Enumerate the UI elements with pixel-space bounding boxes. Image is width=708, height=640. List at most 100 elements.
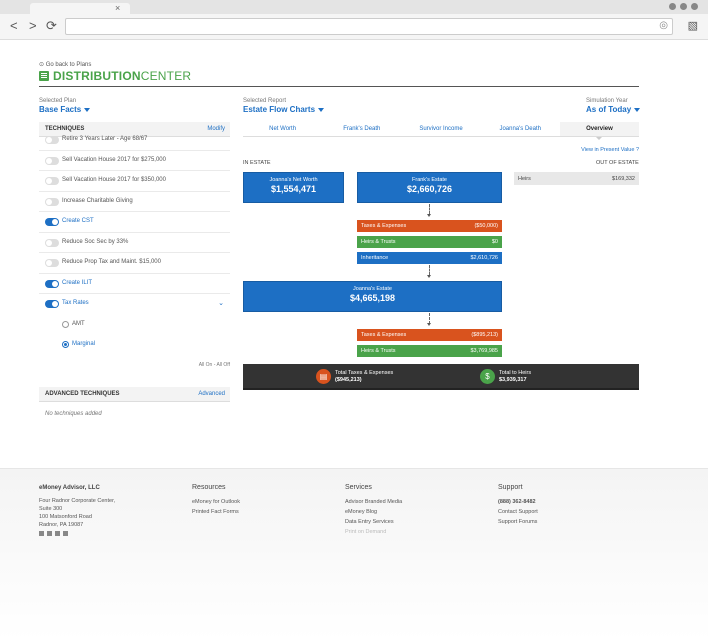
simulation-year-dropdown[interactable]: As of Today [586, 105, 641, 114]
total-taxes-text: Total Taxes & Expenses ($945,213) [335, 370, 393, 384]
footer-support: Support (888) 362-8482 Contact Support S… [498, 483, 538, 527]
youtube-icon[interactable] [63, 531, 68, 536]
technique-item[interactable]: Create ILIT [39, 274, 230, 294]
extension-icon[interactable]: ▧ [688, 19, 698, 32]
toggle-switch[interactable] [45, 279, 59, 288]
joanna-net-worth-box[interactable]: Joanna's Net Worth $1,554,471 [243, 172, 344, 203]
money-icon: $ [480, 369, 495, 384]
technique-label: Reduce Prop Tax and Maint. $15,000 [62, 259, 161, 265]
bar-value: ($895,213) [471, 332, 498, 338]
present-value-link[interactable]: View in Present Value ? [581, 147, 639, 153]
technique-item[interactable]: Sell Vacation House 2017 for $350,000 [39, 171, 230, 192]
footer-link[interactable]: Print on Demand [345, 527, 402, 537]
help-icon: ? [635, 147, 639, 153]
footer-link[interactable]: Support Forums [498, 517, 538, 527]
footer-link[interactable]: Printed Fact Forms [192, 507, 240, 517]
joannas-estate-label: Joanna's Estate [353, 286, 392, 292]
footer-link[interactable]: eMoney Blog [345, 507, 402, 517]
heirs-value: $169,332 [612, 175, 635, 182]
out-of-estate-label: OUT OF ESTATE [596, 160, 639, 166]
toggle-switch[interactable] [45, 177, 59, 185]
globe-icon: ◎ [659, 20, 668, 31]
caret-down-icon [318, 107, 325, 112]
total-heirs-text: Total to Heirs $3,939,317 [499, 370, 531, 384]
toggle-switch[interactable] [45, 197, 59, 206]
footer-link[interactable]: Advisor Branded Media [345, 497, 402, 507]
advanced-link[interactable]: Advanced [198, 391, 225, 397]
tab-joannas-death[interactable]: Joanna's Death [481, 122, 560, 136]
radio-button[interactable] [62, 341, 69, 348]
address-bar[interactable]: ◎ [65, 18, 673, 35]
company-name: eMoney Advisor, LLC [39, 485, 100, 491]
flow-connector [429, 204, 430, 214]
joanna-taxes-expenses-bar: Taxes & Expenses ($895,213) [357, 329, 502, 341]
calculator-icon: ▤ [316, 369, 331, 384]
window-controls [669, 3, 698, 10]
simulation-year-value: As of Today [586, 105, 632, 114]
technique-item[interactable]: Reduce Prop Tax and Maint. $15,000 [39, 253, 230, 274]
radio-option[interactable]: AMT [39, 315, 230, 336]
technique-label: Sell Vacation House 2017 for $350,000 [62, 177, 166, 183]
technique-item[interactable]: Tax Rates ⌄ [39, 294, 230, 315]
tab-overview[interactable]: Overview [559, 122, 640, 140]
reload-icon[interactable]: ⟳ [46, 19, 57, 33]
services-heading: Services [345, 484, 372, 491]
advanced-techniques-header: ADVANCED TECHNIQUES Advanced [39, 387, 230, 402]
bar-label: Taxes & Expenses [361, 332, 407, 338]
joannas-estate-box[interactable]: Joanna's Estate $4,665,198 [243, 281, 502, 312]
selected-report-dropdown[interactable]: Estate Flow Charts [243, 105, 325, 114]
all-on-off-link[interactable]: All On - All Off [39, 362, 230, 368]
logo-text: DISTRIBUTIONCENTER [53, 69, 191, 83]
toggle-switch[interactable] [45, 300, 59, 308]
support-heading: Support [498, 484, 523, 491]
technique-item[interactable]: Create CST [39, 212, 230, 233]
radio-option[interactable]: Marginal [39, 335, 230, 356]
support-phone[interactable]: (888) 362-8482 [498, 497, 538, 507]
toggle-switch[interactable] [45, 156, 59, 165]
tab-survivor-income[interactable]: Survivor Income [401, 122, 480, 136]
technique-item[interactable]: Reduce Soc Sec by 33% [39, 233, 230, 253]
bar-value: $2,610,726 [470, 255, 498, 261]
flow-connector [429, 265, 430, 275]
footer-services: Services Advisor Branded Media eMoney Bl… [345, 483, 402, 537]
tab-franks-death[interactable]: Frank's Death [322, 122, 401, 136]
footer-link[interactable]: eMoney for Outlook [192, 497, 240, 507]
window-dot-icon[interactable] [691, 3, 698, 10]
franks-estate-value: $2,660,726 [406, 184, 453, 194]
toggle-switch[interactable] [45, 136, 59, 144]
distribution-center-page: ⊙ Go back to Plans DISTRIBUTIONCENTER Se… [0, 41, 708, 640]
radio-label: AMT [72, 320, 85, 327]
toggle-switch[interactable] [45, 238, 59, 247]
facebook-icon[interactable] [39, 531, 44, 536]
footer-link[interactable]: Data Entry Services [345, 517, 402, 527]
caret-down-icon [84, 107, 91, 112]
forward-arrow-icon[interactable]: > [29, 19, 37, 33]
twitter-icon[interactable] [47, 531, 52, 536]
linkedin-icon[interactable] [55, 531, 60, 536]
browser-navbar: < > ⟳ ◎ ▧ [0, 14, 708, 40]
toggle-switch[interactable] [45, 259, 59, 267]
footer-link[interactable]: Contact Support [498, 507, 538, 517]
franks-estate-box[interactable]: Frank's Estate $2,660,726 [357, 172, 502, 203]
chevron-down-icon[interactable]: ⌄ [218, 299, 224, 307]
back-arrow-icon[interactable]: < [10, 19, 18, 33]
radio-button[interactable] [62, 320, 69, 328]
arrow-down-icon [427, 275, 431, 278]
selected-plan-dropdown[interactable]: Base Facts [39, 105, 91, 114]
address-line: Radnor, PA 19087 [39, 522, 84, 528]
window-dot-icon[interactable] [669, 3, 676, 10]
technique-label: Create CST [62, 218, 94, 224]
back-to-plans-label: Go back to Plans [45, 62, 92, 68]
technique-item[interactable]: Sell Vacation House 2017 for $275,000 [39, 151, 230, 171]
technique-item[interactable]: Retire 3 Years Later - Age 68/67 [39, 130, 230, 151]
total-heirs-value: $3,939,317 [499, 376, 527, 383]
toggle-switch[interactable] [45, 218, 59, 226]
window-dot-icon[interactable] [680, 3, 687, 10]
tab-net-worth[interactable]: Net Worth [243, 122, 322, 136]
tab-close-icon[interactable]: × [115, 2, 120, 14]
logo-text-bold: DISTRIBUTION [53, 69, 141, 83]
technique-label: Reduce Soc Sec by 33% [62, 238, 129, 245]
heirs-out-of-estate-row: Heirs $169,332 [514, 172, 639, 185]
technique-item[interactable]: Increase Charitable Giving [39, 192, 230, 212]
back-to-plans-link[interactable]: ⊙ Go back to Plans [39, 61, 91, 68]
